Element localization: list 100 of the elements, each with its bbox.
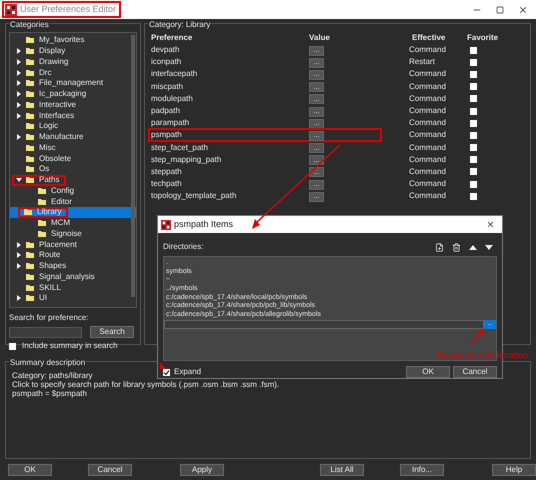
table-cell: modulepath	[151, 94, 193, 103]
tree-label: Display	[39, 45, 66, 58]
checkbox[interactable]	[470, 168, 477, 176]
trash-icon[interactable]	[452, 242, 461, 252]
tree-item[interactable]: Manufacture	[10, 132, 136, 142]
checkbox[interactable]	[470, 83, 477, 90]
tree-item[interactable]: My_favorites	[10, 35, 136, 46]
tree-item[interactable]: Drc	[10, 67, 136, 78]
checkbox[interactable]	[470, 120, 477, 127]
tree-label: MCM	[51, 217, 70, 230]
path-input-field[interactable]	[164, 320, 484, 329]
column-header: Favorite	[467, 33, 498, 42]
table-cell: Command	[409, 130, 446, 140]
checkbox[interactable]	[470, 180, 477, 188]
scrollbar[interactable]	[131, 35, 135, 297]
table-cell: Command	[409, 45, 446, 54]
search-field[interactable]	[9, 326, 82, 338]
tree-label: Drc	[39, 66, 52, 79]
table-cell: step_mapping_path	[151, 154, 222, 164]
close-icon[interactable]	[518, 4, 528, 14]
button[interactable]: List All	[320, 464, 364, 476]
tree-label: Editor	[51, 196, 72, 208]
button[interactable]: Cancel	[88, 464, 132, 476]
table-cell: miscpath	[151, 82, 184, 91]
tree-label: Misc	[39, 142, 56, 154]
maximize-icon[interactable]	[496, 6, 504, 14]
tree-item[interactable]: Obsolete	[10, 153, 136, 164]
tree-item[interactable]: Drawing	[10, 56, 136, 68]
table-cell: Command	[409, 94, 446, 103]
close-icon[interactable]	[486, 220, 495, 229]
tree-label: Os	[39, 163, 50, 176]
tree-item[interactable]: Os	[10, 164, 136, 175]
summary-text: Category: paths/library	[12, 371, 92, 380]
tree-item[interactable]: Editor	[10, 196, 136, 207]
panel-title: Categories	[9, 19, 50, 31]
arrow	[469, 328, 485, 344]
checkbox[interactable]	[9, 342, 16, 350]
button[interactable]: Apply	[180, 464, 224, 476]
button[interactable]: Cancel	[453, 366, 497, 378]
tree-item[interactable]: Placement	[10, 239, 136, 250]
checkbox[interactable]	[470, 156, 477, 164]
move-up-icon[interactable]	[469, 244, 477, 250]
caret-down-icon[interactable]	[16, 177, 22, 184]
tree-item[interactable]: File_management	[10, 78, 136, 89]
tree-item[interactable]: MCM	[10, 218, 136, 228]
table-cell: iconpath	[151, 57, 182, 66]
add-file-icon[interactable]	[435, 242, 444, 252]
tree-item[interactable]: Library	[10, 207, 136, 218]
checkbox[interactable]	[470, 95, 477, 102]
tree-label: Route	[39, 249, 60, 262]
table-cell: topology_template_path	[151, 191, 236, 200]
caret-right-icon[interactable]	[16, 295, 22, 302]
tree-item[interactable]: Ic_packaging	[10, 88, 136, 100]
caret-right-icon[interactable]	[16, 134, 22, 140]
tree-label: Signal_analysis	[39, 270, 95, 283]
dialog-title: psmpath Items	[174, 218, 234, 231]
table-cell: Restart	[409, 57, 435, 66]
checkbox[interactable]	[470, 144, 477, 152]
search-label: Search for preference:	[9, 312, 90, 324]
column-header: Preference	[151, 33, 192, 42]
checkbox[interactable]	[470, 70, 477, 78]
checkbox[interactable]	[470, 46, 477, 54]
tree-item[interactable]: UI	[10, 293, 136, 304]
table-cell: Command	[409, 166, 446, 176]
tree-label: Config	[51, 184, 74, 197]
move-down-icon[interactable]	[485, 244, 493, 250]
tree-item[interactable]: SKILL	[10, 282, 136, 293]
checkbox-label: Include summary in search	[22, 340, 118, 352]
table-cell: steppath	[151, 166, 182, 176]
tree-item[interactable]: Interactive	[10, 100, 136, 110]
checkbox[interactable]	[470, 108, 477, 115]
tree-item[interactable]: Signal_analysis	[10, 272, 136, 282]
tree-item[interactable]: Route	[10, 250, 136, 261]
checkbox[interactable]	[163, 368, 170, 376]
arrow-head-icon	[160, 362, 166, 369]
tree-item[interactable]: Paths	[10, 174, 136, 186]
tree-item[interactable]: Misc	[10, 142, 136, 154]
checkbox[interactable]	[470, 192, 477, 200]
tree-label: Library	[37, 206, 62, 218]
tree-label: Signoise	[51, 228, 82, 240]
table-cell: interfacepath	[151, 69, 198, 78]
button[interactable]: OK	[8, 464, 52, 476]
tree-item[interactable]: Shapes	[10, 260, 136, 272]
table-cell: psmpath	[151, 130, 182, 140]
summary-text: psmpath = $psmpath	[12, 389, 87, 398]
button[interactable]: Info...	[400, 464, 444, 476]
checkbox[interactable]	[470, 58, 477, 66]
button[interactable]: Search	[90, 326, 134, 338]
button[interactable]: Help	[492, 464, 536, 476]
tree-item[interactable]: Display	[10, 46, 136, 56]
checkbox[interactable]	[470, 132, 477, 139]
tree-item[interactable]: Signoise	[10, 228, 136, 240]
tree-item[interactable]: Config	[10, 186, 136, 196]
table-cell: Command	[409, 118, 446, 128]
table-cell: padpath	[151, 106, 180, 116]
tree-item[interactable]: Logic	[10, 121, 136, 132]
button[interactable]: OK	[406, 366, 450, 378]
tree-label: Paths	[39, 174, 60, 186]
table-cell: techpath	[151, 179, 182, 188]
tree-item[interactable]: Interfaces	[10, 110, 136, 121]
